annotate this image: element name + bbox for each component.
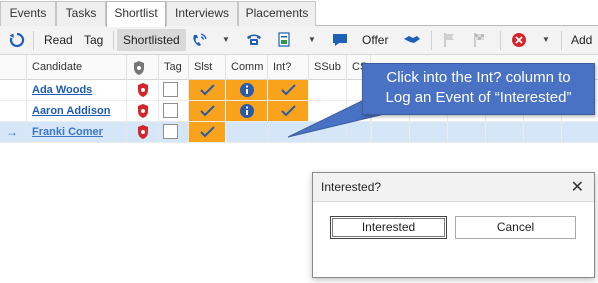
callout-line-1: Click into the Int? column to xyxy=(386,69,571,86)
cancel-button[interactable]: Cancel xyxy=(455,216,576,239)
dialog-title: Interested? xyxy=(321,180,382,194)
tab-shortlist[interactable]: Shortlist xyxy=(106,1,166,27)
interested-dialog: Interested? ✕ Interested Cancel xyxy=(312,172,595,278)
callout-line-2: Log an Event of “Interested” xyxy=(385,89,572,106)
dialog-title-bar: Interested? ✕ xyxy=(313,173,594,202)
interested-button[interactable]: Interested xyxy=(330,216,447,239)
shortlist-window: Events Tasks Shortlist Interviews Placem… xyxy=(0,0,598,283)
close-icon[interactable]: ✕ xyxy=(571,173,584,202)
instruction-callout: Click into the Int? column to Log an Eve… xyxy=(362,63,595,115)
